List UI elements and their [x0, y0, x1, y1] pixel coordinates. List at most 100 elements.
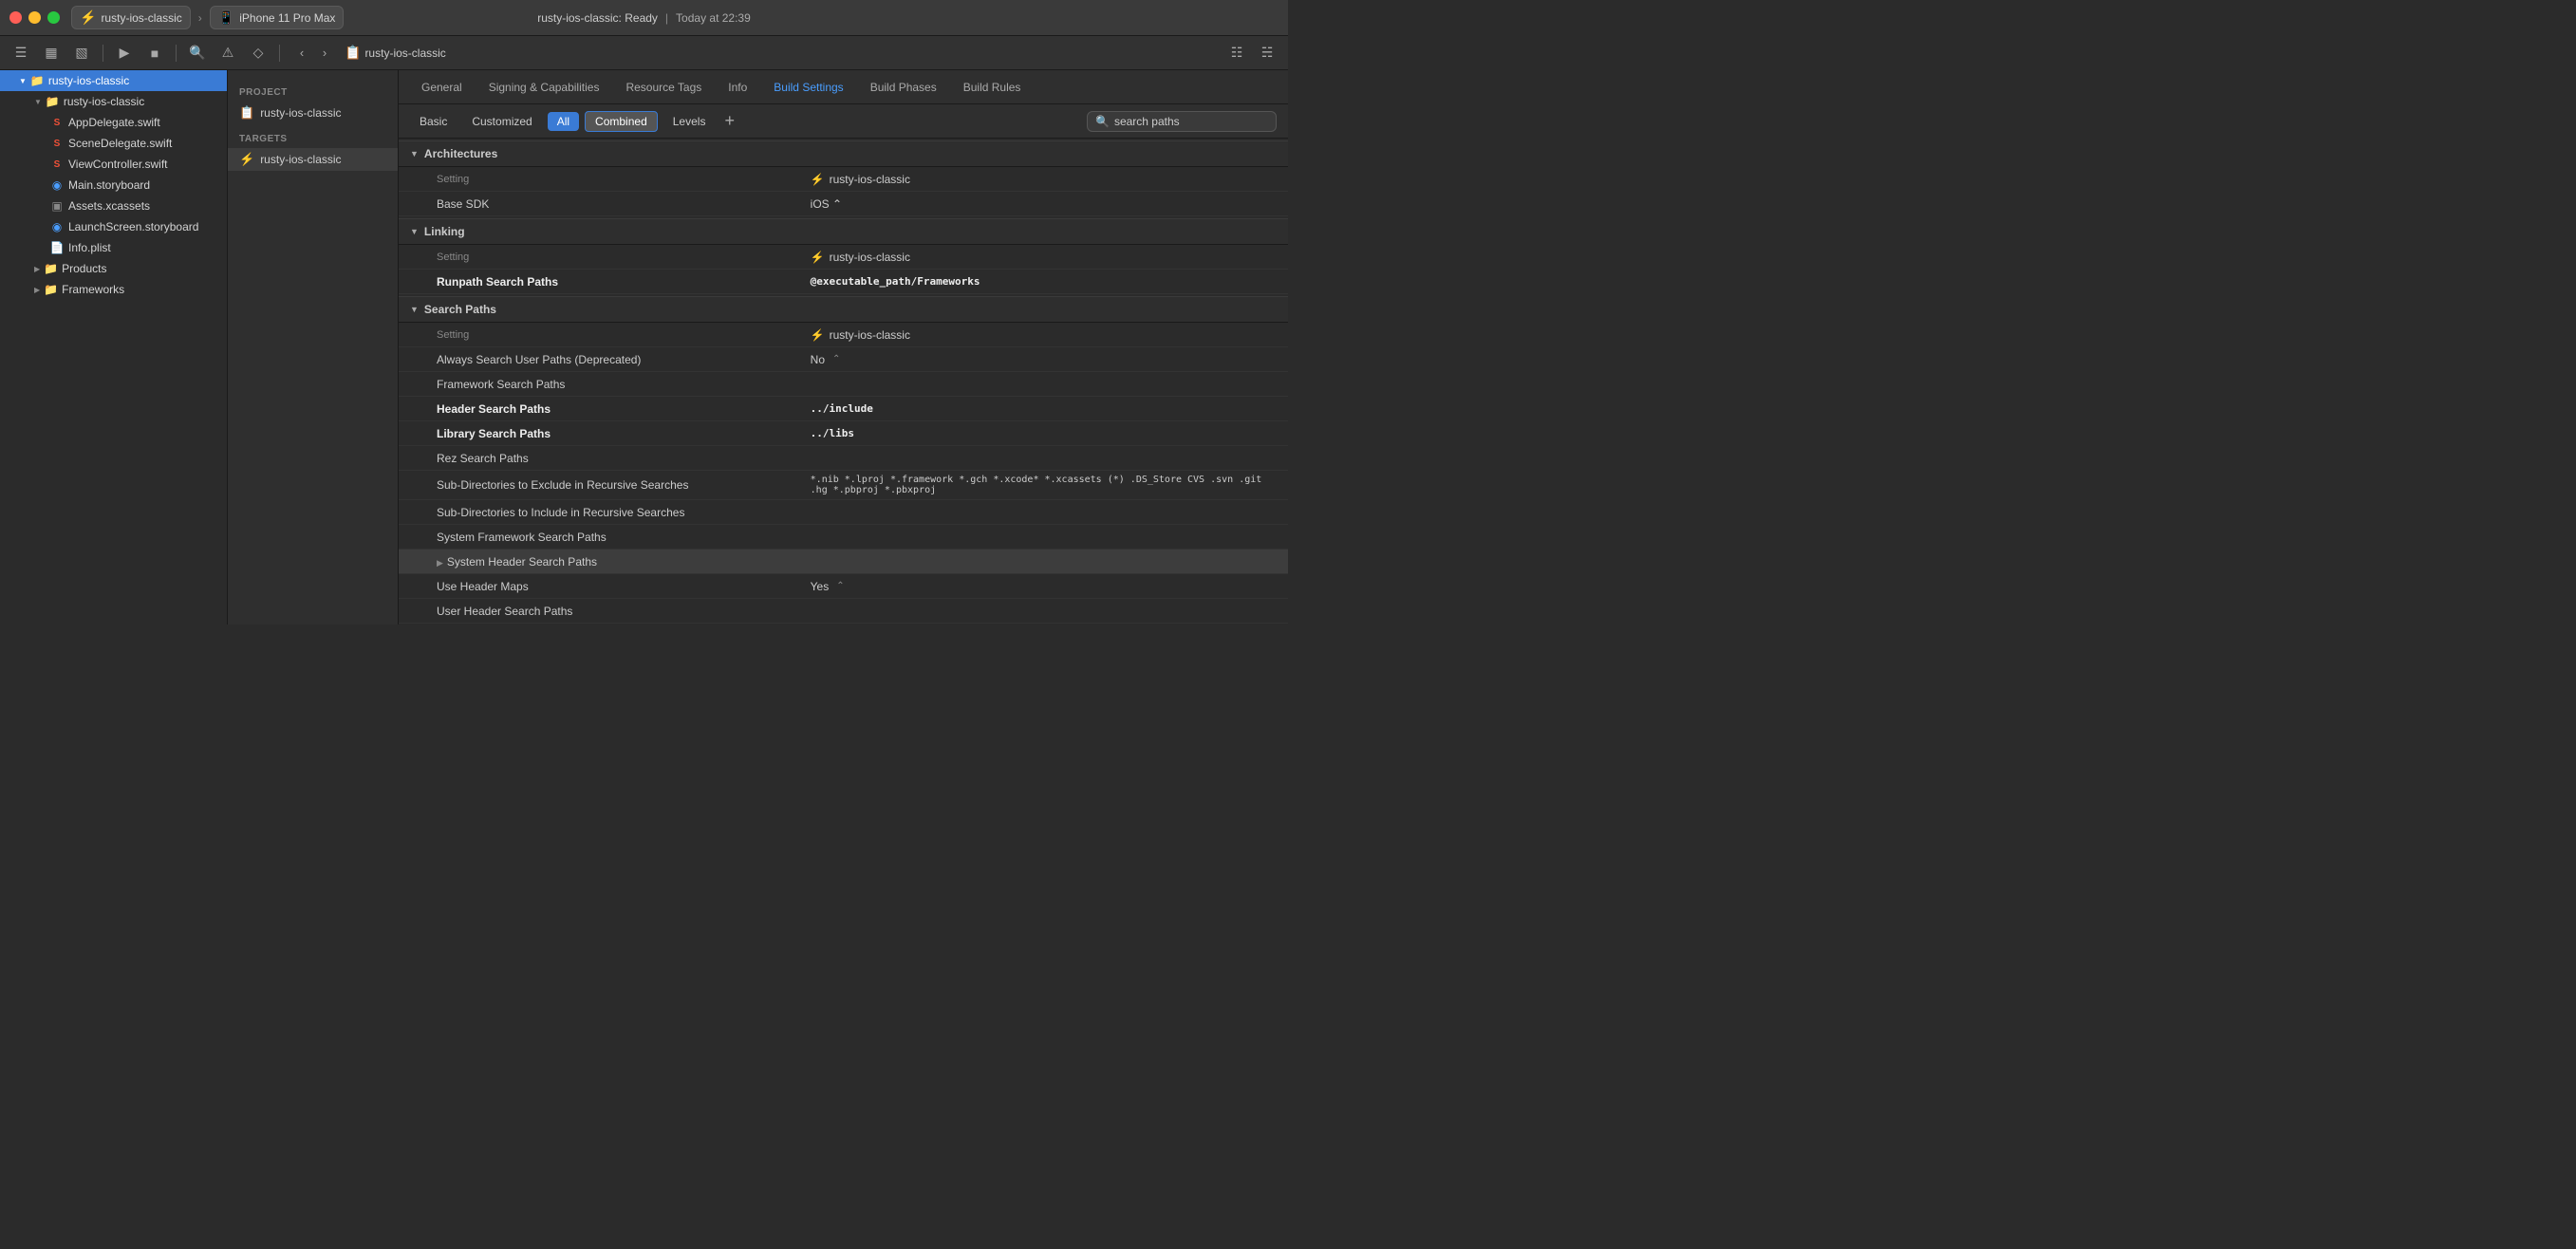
architectures-section-header[interactable]: ▼ Architectures — [399, 140, 1288, 167]
filter-combined-button[interactable]: Combined — [585, 111, 658, 132]
sidebar-item-assets[interactable]: ▣ Assets.xcassets — [0, 196, 227, 216]
always-search-row[interactable]: Always Search User Paths (Deprecated) No… — [399, 347, 1288, 372]
grid-toggle-button[interactable]: ☵ — [1254, 42, 1280, 65]
filter-bar: Basic Customized All Combined Levels + 🔍 — [399, 104, 1288, 139]
linking-section-header[interactable]: ▼ Linking — [399, 218, 1288, 245]
title-bar-left: ⚡ rusty-ios-classic › 📱 iPhone 11 Pro Ma… — [71, 6, 344, 29]
search-project-icon: ⚡ — [811, 328, 825, 342]
play-button[interactable]: ▶ — [111, 42, 138, 65]
swift-icon-viewcontroller: S — [49, 159, 65, 170]
nav-forward-button[interactable]: › — [314, 43, 335, 64]
swift-icon-scenedelegate: S — [49, 139, 65, 149]
swift-icon-appdelegate: S — [49, 118, 65, 128]
arch-project-name: rusty-ios-classic — [830, 173, 910, 186]
sidebar-item-infoplist[interactable]: 📄 Info.plist — [0, 237, 227, 258]
triangle-icon: ▼ — [19, 77, 27, 85]
toolbar-nav: ‹ › — [291, 43, 335, 64]
sidebar-item-root[interactable]: ▼ 📁 rusty-ios-classic — [0, 70, 227, 91]
tab-resource-tags[interactable]: Resource Tags — [614, 77, 713, 98]
search-button[interactable]: 🔍 — [184, 42, 211, 65]
tab-signing[interactable]: Signing & Capabilities — [477, 77, 611, 98]
rez-search-row[interactable]: Rez Search Paths — [399, 446, 1288, 471]
filter-basic-button[interactable]: Basic — [410, 112, 457, 131]
file-nav-target-item[interactable]: ⚡ rusty-ios-classic — [228, 148, 398, 171]
sidebar-item-scenedelegate[interactable]: S SceneDelegate.swift — [0, 133, 227, 154]
filter-levels-button[interactable]: Levels — [663, 112, 716, 131]
tab-build-settings[interactable]: Build Settings — [762, 77, 854, 98]
settings-tab-bar: General Signing & Capabilities Resource … — [399, 70, 1288, 104]
tab-build-phases[interactable]: Build Phases — [859, 77, 948, 98]
filter-customized-button[interactable]: Customized — [462, 112, 541, 131]
file-inspector-button[interactable]: ▦ — [38, 42, 65, 65]
sidebar-item-main-storyboard[interactable]: ◉ Main.storyboard — [0, 175, 227, 196]
arch-project-value: ⚡ rusty-ios-classic — [799, 169, 1288, 190]
status-time: Today at 22:39 — [676, 11, 751, 25]
filter-all-button[interactable]: All — [548, 112, 579, 131]
tab-info[interactable]: Info — [717, 77, 758, 98]
sidebar-item-launchscreen[interactable]: ◉ LaunchScreen.storyboard — [0, 216, 227, 237]
file-navigator-sidebar: ▼ 📁 rusty-ios-classic ▼ 📁 rusty-ios-clas… — [0, 70, 228, 624]
link-setting-label: Setting — [399, 248, 799, 267]
frameworks-label: Frameworks — [62, 283, 124, 296]
launchscreen-label: LaunchScreen.storyboard — [68, 220, 198, 233]
stop-button[interactable]: ■ — [141, 42, 168, 65]
search-setting-row: Setting ⚡ rusty-ios-classic — [399, 323, 1288, 347]
subdirs-exclude-row[interactable]: Sub-Directories to Exclude in Recursive … — [399, 471, 1288, 500]
user-header-search-row[interactable]: User Header Search Paths — [399, 599, 1288, 624]
root-folder-icon: 📁 — [30, 74, 45, 87]
target-nav-label: rusty-ios-classic — [260, 153, 341, 166]
status-text: rusty-ios-classic: Ready — [537, 11, 658, 25]
view-hierarchy-button[interactable]: ▧ — [68, 42, 95, 65]
header-search-label: Header Search Paths — [399, 399, 799, 419]
sidebar-item-frameworks[interactable]: ▶ 📁 Frameworks — [0, 279, 227, 300]
tab-general[interactable]: General — [410, 77, 474, 98]
title-bar: ⚡ rusty-ios-classic › 📱 iPhone 11 Pro Ma… — [0, 0, 1288, 36]
storyboard-icon-launch: ◉ — [49, 220, 65, 233]
use-header-maps-row[interactable]: Use Header Maps Yes ⌃ — [399, 574, 1288, 599]
search-paths-section-header[interactable]: ▼ Search Paths — [399, 296, 1288, 323]
framework-search-row[interactable]: Framework Search Paths — [399, 372, 1288, 397]
user-header-search-value — [799, 607, 1288, 615]
bookmark-button[interactable]: ◇ — [245, 42, 271, 65]
sidebar-item-viewcontroller[interactable]: S ViewController.swift — [0, 154, 227, 175]
sidebar-item-project-folder[interactable]: ▼ 📁 rusty-ios-classic — [0, 91, 227, 112]
tab-build-rules[interactable]: Build Rules — [952, 77, 1033, 98]
base-sdk-row[interactable]: Base SDK iOS ⌃ — [399, 192, 1288, 216]
search-box: 🔍 — [1087, 111, 1277, 132]
framework-search-value — [799, 381, 1288, 388]
system-framework-search-row[interactable]: System Framework Search Paths — [399, 525, 1288, 550]
close-button[interactable] — [9, 11, 22, 24]
warning-button[interactable]: ⚠ — [215, 42, 241, 65]
user-header-search-label: User Header Search Paths — [399, 601, 799, 622]
status-separator: | — [665, 11, 668, 25]
device-selector[interactable]: 📱 iPhone 11 Pro Max — [210, 6, 345, 29]
always-search-value: No ⌃ — [799, 349, 1288, 370]
file-nav-project-item[interactable]: 📋 rusty-ios-classic — [228, 102, 398, 124]
sidebar-item-products[interactable]: ▶ 📁 Products — [0, 258, 227, 279]
runpath-value: @executable_path/Frameworks — [799, 271, 1288, 291]
search-setting-label: Setting — [399, 326, 799, 345]
content-area: ▼ Architectures Setting ⚡ rusty-ios-clas… — [399, 139, 1288, 624]
filter-add-button[interactable]: + — [720, 111, 738, 131]
arch-project-icon: ⚡ — [811, 173, 825, 186]
editor-area: PROJECT 📋 rusty-ios-classic TARGETS ⚡ ru… — [228, 70, 1288, 624]
subdirs-include-row[interactable]: Sub-Directories to Include in Recursive … — [399, 500, 1288, 525]
library-search-row[interactable]: Library Search Paths ../libs — [399, 421, 1288, 446]
library-search-value: ../libs — [799, 423, 1288, 443]
sidebar-toggle-button[interactable]: ☰ — [8, 42, 34, 65]
target-nav-icon: ⚡ — [239, 152, 254, 167]
system-header-search-row[interactable]: ▶System Header Search Paths — [399, 550, 1288, 574]
runpath-row[interactable]: Runpath Search Paths @executable_path/Fr… — [399, 270, 1288, 294]
sidebar-item-appdelegate[interactable]: S AppDelegate.swift — [0, 112, 227, 133]
use-header-maps-value: Yes ⌃ — [799, 576, 1288, 597]
nav-back-button[interactable]: ‹ — [291, 43, 312, 64]
editor-layout-button[interactable]: ☷ — [1223, 42, 1250, 65]
header-search-row[interactable]: Header Search Paths ../include — [399, 397, 1288, 421]
minimize-button[interactable] — [28, 11, 41, 24]
maximize-button[interactable] — [47, 11, 60, 24]
scheme-selector[interactable]: ⚡ rusty-ios-classic — [71, 6, 191, 29]
system-header-arrow-icon: ▶ — [437, 558, 443, 568]
search-input[interactable] — [1114, 115, 1266, 128]
breadcrumb-project[interactable]: rusty-ios-classic — [364, 47, 445, 60]
architectures-label: Architectures — [424, 147, 497, 160]
